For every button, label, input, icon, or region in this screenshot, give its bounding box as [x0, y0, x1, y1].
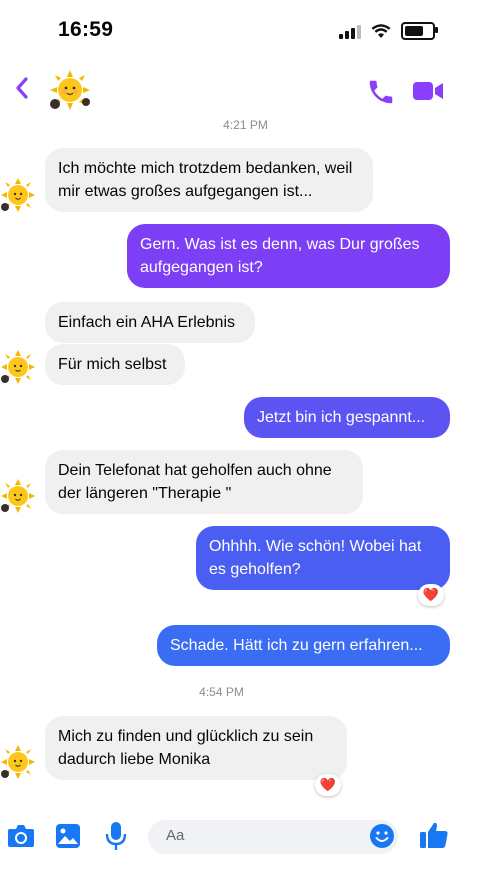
status-time: 16:59 — [58, 18, 114, 41]
timestamp: 4:21 PM — [223, 118, 268, 132]
heart-icon: ❤️ — [319, 777, 337, 792]
contact-avatar-small — [1, 350, 35, 384]
outgoing-message[interactable]: Jetzt bin ich gespannt... — [244, 397, 450, 438]
battery-icon — [401, 22, 438, 40]
status-icons — [339, 22, 438, 40]
microphone-icon[interactable] — [105, 821, 127, 851]
incoming-message[interactable]: Für mich selbst — [45, 344, 185, 385]
thumbs-up-icon[interactable] — [419, 820, 449, 850]
wifi-icon — [371, 23, 391, 38]
back-button[interactable] — [12, 76, 32, 104]
image-icon[interactable] — [55, 823, 81, 849]
phone-icon[interactable] — [366, 77, 396, 107]
incoming-message[interactable]: Einfach ein AHA Erlebnis — [45, 302, 255, 343]
message-input[interactable] — [148, 820, 398, 854]
camera-icon[interactable] — [7, 823, 35, 849]
outgoing-message[interactable]: Ohhhh. Wie schön! Wobei hat es geholfen? — [196, 526, 450, 590]
incoming-message[interactable]: Dein Telefonat hat geholfen auch ohne de… — [45, 450, 363, 514]
incoming-message[interactable]: Ich möchte mich trotzdem bedanken, weil … — [45, 148, 373, 212]
incoming-message[interactable]: Mich zu finden und glücklich zu sein dad… — [45, 716, 347, 780]
contact-avatar[interactable] — [49, 69, 91, 111]
contact-avatar-small — [1, 479, 35, 513]
signal-icon — [339, 23, 361, 39]
heart-icon: ❤️ — [422, 587, 440, 602]
heart-reaction[interactable]: ❤️ — [315, 774, 341, 796]
heart-reaction[interactable]: ❤️ — [418, 584, 444, 606]
contact-avatar-small — [1, 745, 35, 779]
timestamp: 4:54 PM — [199, 685, 244, 699]
emoji-icon[interactable] — [369, 823, 395, 849]
message-input-placeholder: Aa — [166, 827, 185, 844]
outgoing-message[interactable]: Gern. Was ist es denn, was Dur großes au… — [127, 224, 450, 288]
outgoing-message[interactable]: Schade. Hätt ich zu gern erfahren... — [157, 625, 450, 666]
chevron-left-icon — [16, 77, 28, 99]
contact-avatar-small — [1, 178, 35, 212]
video-camera-icon[interactable] — [412, 79, 444, 103]
